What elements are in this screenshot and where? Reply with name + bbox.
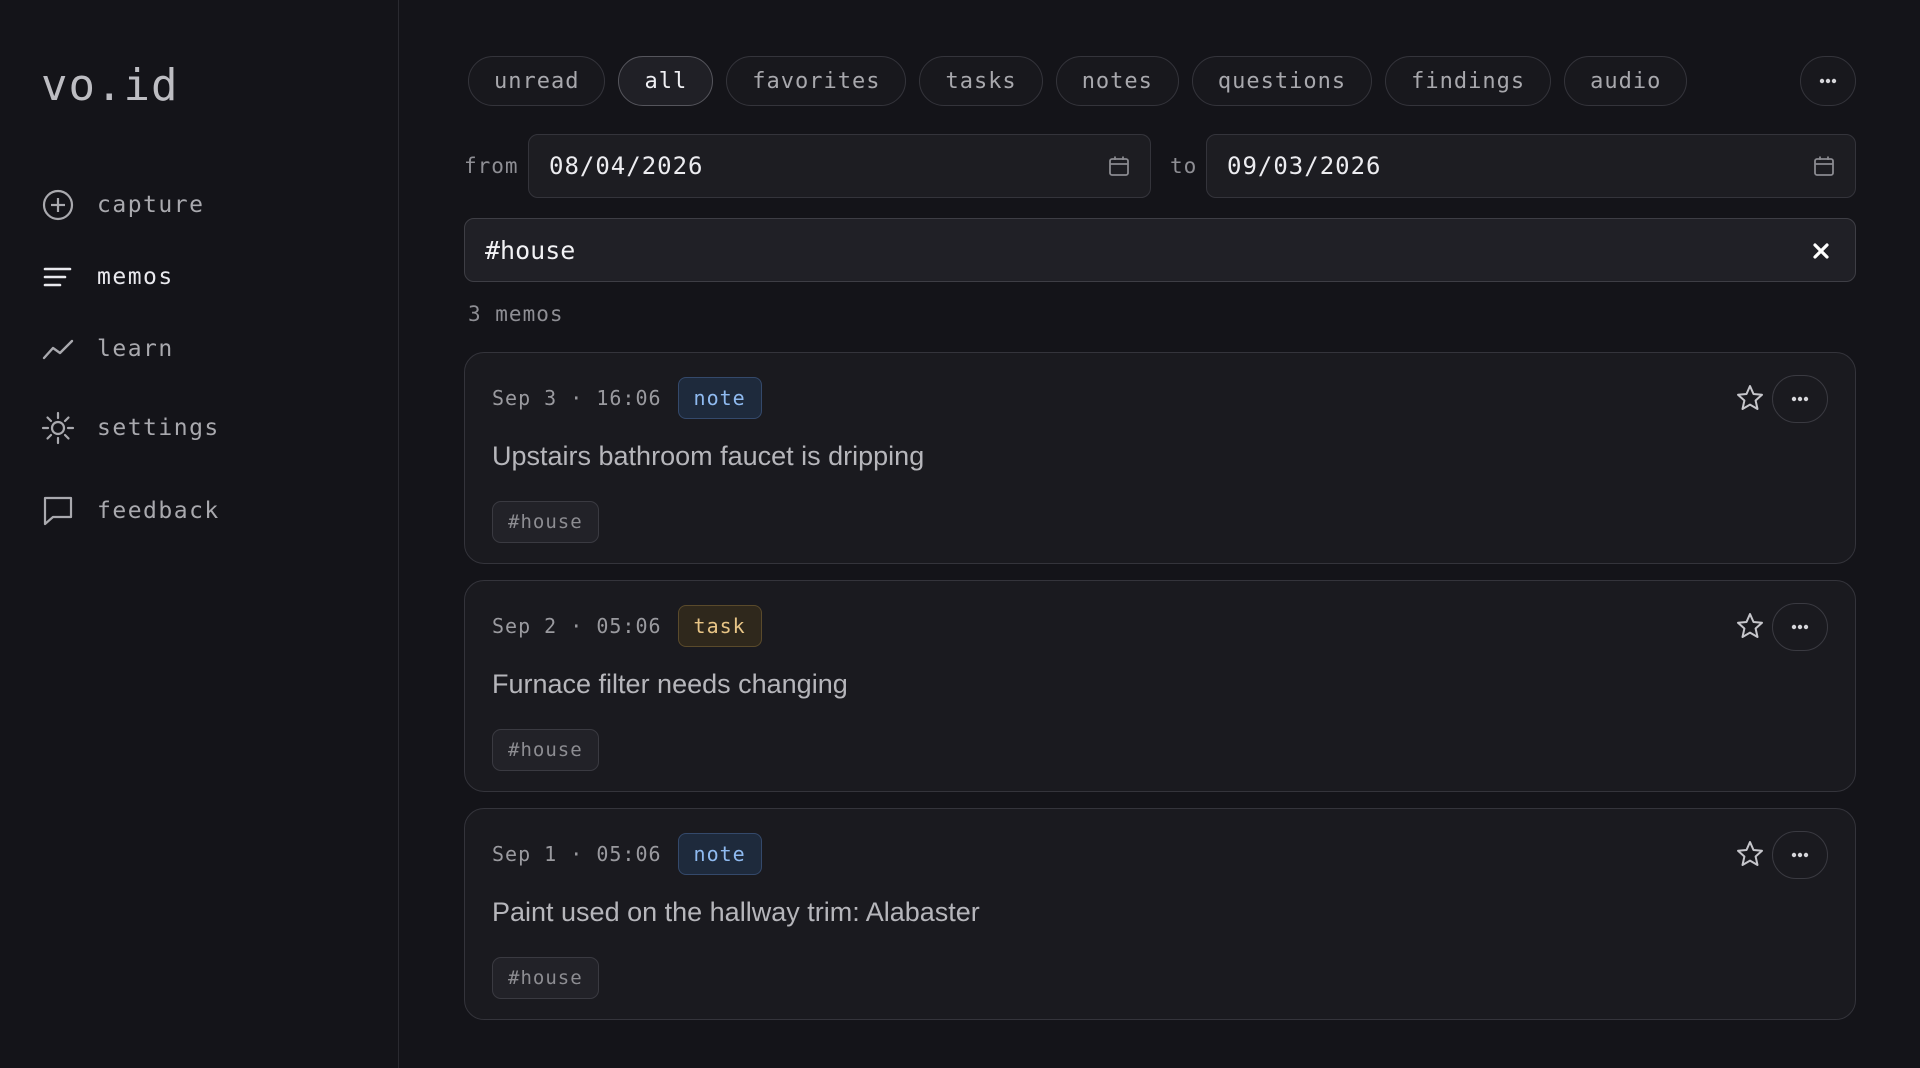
memo-type-badge: note [677, 833, 762, 875]
search-input[interactable]: #house [464, 218, 1856, 282]
date-from-value: 08/04/2026 [549, 152, 704, 180]
trend-icon [42, 339, 74, 360]
gear-icon [41, 411, 75, 445]
sidebar-item-label: feedback [97, 498, 220, 524]
sidebar-item-label: memos [97, 264, 174, 290]
search-value: #house [485, 235, 576, 265]
memo-timestamp: Sep 1 · 05:06 [492, 842, 662, 866]
star-icon[interactable] [1735, 383, 1765, 413]
calendar-icon[interactable] [1813, 155, 1835, 177]
star-icon[interactable] [1735, 839, 1765, 869]
ellipsis-icon [1791, 852, 1809, 858]
sidebar-item-settings[interactable]: settings [41, 408, 220, 448]
memo-card[interactable]: Sep 3 · 16:06 note Upstairs bathroom fau… [464, 352, 1856, 564]
memo-meta: Sep 2 · 05:06 task [492, 605, 762, 647]
close-icon[interactable] [1809, 239, 1833, 263]
sidebar-item-feedback[interactable]: feedback [41, 491, 220, 531]
filter-chip-findings[interactable]: findings [1385, 56, 1552, 106]
memo-meta: Sep 1 · 05:06 note [492, 833, 762, 875]
sidebar-item-memos[interactable]: memos [41, 257, 174, 297]
ellipsis-icon [1791, 396, 1809, 402]
memo-meta: Sep 3 · 16:06 note [492, 377, 762, 419]
sidebar-item-label: settings [97, 415, 220, 441]
memo-text: Upstairs bathroom faucet is dripping [492, 441, 925, 471]
memo-timestamp: Sep 3 · 16:06 [492, 386, 662, 410]
sidebar-item-label: learn [97, 336, 174, 362]
memo-card[interactable]: Sep 1 · 05:06 note Paint used on the hal… [464, 808, 1856, 1020]
filter-chip-audio[interactable]: audio [1564, 56, 1688, 106]
sidebar-item-capture[interactable]: capture [41, 185, 204, 225]
date-range: from 08/04/2026 to 09/03/2026 [464, 134, 1856, 198]
date-from-label: from [464, 154, 519, 178]
app-logo: vo.id [41, 60, 179, 111]
filter-chip-notes[interactable]: notes [1055, 56, 1179, 106]
memo-tag[interactable]: #house [492, 729, 599, 771]
date-from-input[interactable]: 08/04/2026 [528, 134, 1151, 198]
chat-icon [43, 496, 73, 526]
date-to-label: to [1170, 154, 1198, 178]
filter-chip-unread[interactable]: unread [468, 56, 606, 106]
memo-more-button[interactable] [1772, 831, 1828, 879]
memo-more-button[interactable] [1772, 603, 1828, 651]
filter-chips: unread all favorites tasks notes questio… [468, 56, 1688, 106]
filters-more-button[interactable] [1800, 56, 1856, 106]
memo-text: Paint used on the hallway trim: Alabaste… [492, 897, 980, 927]
memo-more-button[interactable] [1772, 375, 1828, 423]
filter-chip-tasks[interactable]: tasks [919, 56, 1043, 106]
list-icon [43, 267, 72, 287]
memo-tag[interactable]: #house [492, 957, 599, 999]
memo-card[interactable]: Sep 2 · 05:06 task Furnace filter needs … [464, 580, 1856, 792]
date-to-value: 09/03/2026 [1227, 152, 1382, 180]
memo-type-badge: task [677, 605, 762, 647]
memo-count: 3 memos [468, 302, 564, 326]
ellipsis-icon [1819, 78, 1837, 84]
memo-text: Furnace filter needs changing [492, 669, 848, 699]
sidebar-item-label: capture [97, 192, 205, 218]
memo-type-badge: note [677, 377, 762, 419]
plus-circle-icon [42, 189, 74, 221]
filter-chip-all[interactable]: all [618, 56, 714, 106]
main-content: unread all favorites tasks notes questio… [400, 0, 1920, 1068]
memo-timestamp: Sep 2 · 05:06 [492, 614, 662, 638]
ellipsis-icon [1791, 624, 1809, 630]
sidebar-item-learn[interactable]: learn [41, 329, 174, 369]
filter-chip-favorites[interactable]: favorites [726, 56, 907, 106]
memo-tag[interactable]: #house [492, 501, 599, 543]
star-icon[interactable] [1735, 611, 1765, 641]
date-to-input[interactable]: 09/03/2026 [1206, 134, 1856, 198]
filter-chip-questions[interactable]: questions [1191, 56, 1373, 106]
calendar-icon[interactable] [1108, 155, 1130, 177]
sidebar: vo.id capture memos learn settings feedb… [0, 0, 399, 1068]
